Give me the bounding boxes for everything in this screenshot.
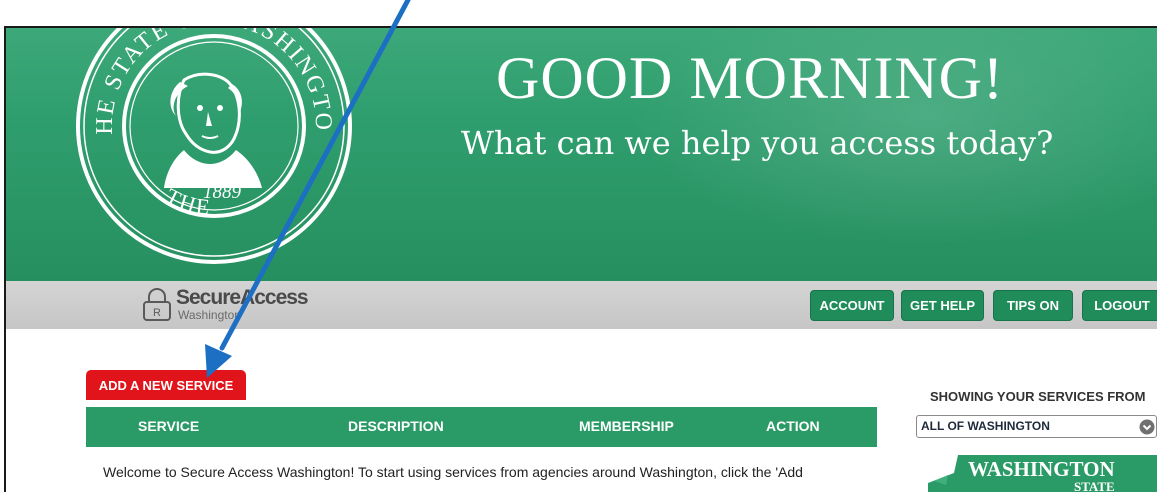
- column-header-service[interactable]: SERVICE: [138, 418, 199, 434]
- top-margin: [0, 0, 1157, 27]
- secure-access-logo[interactable]: R SecureAccess Washington: [142, 286, 362, 324]
- badge-subtitle: STATE: [1074, 479, 1115, 492]
- account-button[interactable]: ACCOUNT: [810, 290, 894, 321]
- column-header-action[interactable]: ACTION: [766, 418, 820, 434]
- tips-on-button[interactable]: TIPS ON: [993, 290, 1073, 321]
- get-help-button[interactable]: GET HELP: [901, 290, 984, 321]
- header-navbar: R SecureAccess Washington ACCOUNT GET HE…: [6, 281, 1157, 329]
- svg-text:THE STATE OF WASHINGTON: THE STATE OF WASHINGTON: [72, 28, 336, 135]
- chevron-down-circle-icon[interactable]: [1139, 419, 1155, 435]
- welcome-message: Welcome to Secure Access Washington! To …: [103, 464, 803, 480]
- browser-viewport: THE STATE OF WASHINGTON THE 1889 GOOD MO…: [0, 0, 1157, 492]
- column-header-membership[interactable]: MEMBERSHIP: [579, 418, 674, 434]
- add-new-service-button[interactable]: ADD A NEW SERVICE: [86, 370, 246, 400]
- svg-text:R: R: [153, 307, 161, 319]
- showing-services-label: SHOWING YOUR SERVICES FROM: [930, 389, 1146, 404]
- logout-button[interactable]: LOGOUT: [1082, 290, 1157, 321]
- column-header-description[interactable]: DESCRIPTION: [348, 418, 444, 434]
- washington-seal-icon: THE STATE OF WASHINGTON THE 1889: [72, 28, 352, 264]
- services-table-header: SERVICE DESCRIPTION MEMBERSHIP ACTION: [86, 407, 877, 447]
- region-filter-select[interactable]: ALL OF WASHINGTON: [916, 415, 1157, 438]
- logo-title: SecureAccess: [176, 286, 309, 309]
- greeting-title: GOOD MORNING!: [496, 45, 1004, 111]
- logo-subtitle: Washington: [178, 308, 241, 322]
- greeting-subtitle: What can we help you access today?: [461, 124, 1054, 162]
- hero-banner: THE STATE OF WASHINGTON THE 1889 GOOD MO…: [6, 28, 1157, 281]
- washington-state-badge[interactable]: WASHINGTON STATE: [928, 455, 1157, 492]
- padlock-icon: R: [143, 288, 171, 321]
- region-filter-value: ALL OF WASHINGTON: [921, 419, 1050, 433]
